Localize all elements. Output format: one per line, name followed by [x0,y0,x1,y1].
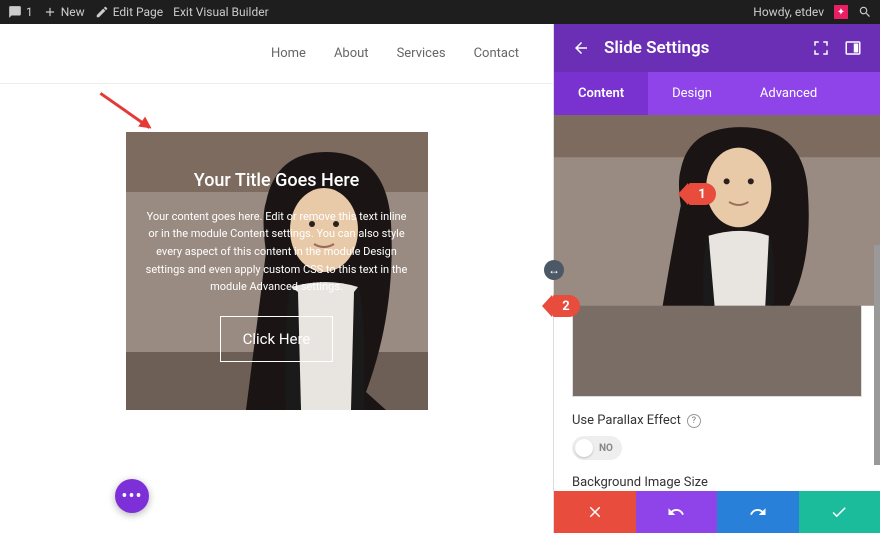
site-nav: Home About Services Contact [0,24,553,84]
bg-size-label: Background Image Size [572,475,862,490]
save-button[interactable] [799,491,880,533]
user-avatar[interactable]: ✦ [834,5,848,19]
redo-button[interactable] [717,491,799,533]
slide-module[interactable]: Your Title Goes Here Your content goes h… [126,132,428,410]
panel-resize-handle[interactable]: ↔ [544,260,564,280]
panel-title: Slide Settings [604,38,709,58]
module-options-fab[interactable]: ••• [115,479,149,513]
dock-icon[interactable] [844,39,862,57]
tab-advanced[interactable]: Advanced [736,72,841,115]
background-image-preview[interactable] [572,239,862,397]
comments-count[interactable]: 1 [8,5,33,19]
back-icon[interactable] [572,39,590,57]
slide-body[interactable]: Your content goes here. Edit or remove t… [146,208,408,296]
search-icon[interactable] [858,5,872,19]
panel-body: Background⌃ Background Use Parallax Effe… [554,115,880,491]
annotation-marker-1: 1 [688,183,716,205]
exit-builder-button[interactable]: Exit Visual Builder [173,5,269,19]
help-icon[interactable]: ? [687,414,701,428]
slide-button[interactable]: Click Here [220,316,334,362]
expand-icon[interactable] [812,39,830,57]
page-preview: Home About Services Contact Your Title G… [0,24,553,533]
annotation-arrow [100,92,151,129]
edit-page-button[interactable]: Edit Page [95,5,163,19]
cancel-button[interactable] [554,491,636,533]
panel-tabs: Content Design Advanced [554,72,880,115]
tab-content[interactable]: Content [554,72,648,115]
parallax-toggle[interactable]: NO [572,436,622,460]
nav-services[interactable]: Services [397,46,446,61]
settings-panel: Slide Settings Content Design Advanced B… [553,24,880,533]
new-button[interactable]: New [43,5,85,19]
parallax-label: Use Parallax Effect [572,413,681,428]
howdy-user[interactable]: Howdy, etdev [753,5,824,19]
tab-design[interactable]: Design [648,72,736,115]
nav-about[interactable]: About [334,46,369,61]
scrollbar[interactable] [874,245,880,465]
admin-bar: 1 New Edit Page Exit Visual Builder Howd… [0,0,880,24]
panel-actions [554,491,880,533]
nav-contact[interactable]: Contact [474,46,519,61]
panel-header: Slide Settings [554,24,880,72]
annotation-marker-2: 2 [552,295,580,317]
slide-title[interactable]: Your Title Goes Here [146,167,408,196]
undo-button[interactable] [636,491,718,533]
nav-home[interactable]: Home [271,46,306,61]
